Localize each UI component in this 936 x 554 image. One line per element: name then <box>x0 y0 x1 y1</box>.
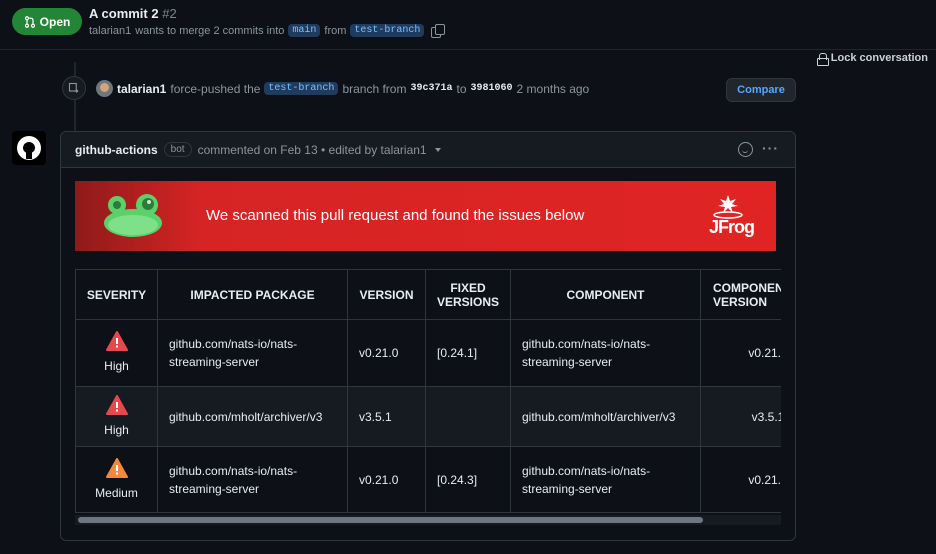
package-cell: github.com/nats-io/nats-streaming-server <box>157 319 348 387</box>
component-version-cell: v0.21.0 <box>700 319 781 387</box>
base-branch[interactable]: main <box>288 24 321 37</box>
issues-table-container[interactable]: SEVERITY IMPACTED PACKAGE VERSION FIXED … <box>75 269 781 525</box>
github-icon <box>17 136 41 160</box>
head-branch[interactable]: test-branch <box>350 24 425 37</box>
lock-conversation-button[interactable]: Lock conversation <box>816 52 928 66</box>
version-cell: v3.5.1 <box>347 386 426 447</box>
from-sha-link[interactable]: 39c371a <box>410 83 452 94</box>
component-cell: github.com/nats-io/nats-streaming-server <box>510 446 701 513</box>
more-options-icon[interactable]: ··· <box>762 141 779 155</box>
severity-cell: High <box>75 386 158 447</box>
from-text: from <box>324 24 347 37</box>
status-label: Open <box>39 14 71 29</box>
compare-button[interactable]: Compare <box>726 78 796 102</box>
force-push-branch[interactable]: test-branch <box>264 82 339 95</box>
scan-banner: We scanned this pull request and found t… <box>75 181 776 251</box>
table-row: High github.com/mholt/archiver/v3 v3.5.1… <box>75 386 781 447</box>
jfrog-logo: JFrog <box>705 193 755 241</box>
force-push-icon <box>62 76 86 100</box>
jfrog-logo-text: JFrog <box>709 217 755 237</box>
issues-table: SEVERITY IMPACTED PACKAGE VERSION FIXED … <box>75 269 781 513</box>
component-cell: github.com/mholt/archiver/v3 <box>510 386 701 447</box>
column-header: SEVERITY <box>75 269 158 320</box>
column-header: FIXED VERSIONS <box>425 269 511 320</box>
comment-author[interactable]: github-actions <box>75 143 158 157</box>
fixed-versions-cell: [0.24.1] <box>425 319 511 387</box>
column-header: COMPONENT VERSION <box>700 269 781 320</box>
frog-icon <box>104 194 162 237</box>
force-push-user[interactable]: talarian1 <box>117 82 166 96</box>
component-cell: github.com/nats-io/nats-streaming-server <box>510 319 701 387</box>
severity-cell: Medium <box>75 446 158 513</box>
lock-icon <box>816 52 829 66</box>
bot-badge: bot <box>163 142 192 157</box>
force-push-branch-from: branch from <box>342 81 407 96</box>
pr-subtitle: talarian1 wants to merge 2 commits into … <box>89 24 446 38</box>
avatar[interactable] <box>96 80 113 97</box>
horizontal-scrollbar[interactable] <box>75 515 781 525</box>
table-row: High github.com/nats-io/nats-streaming-s… <box>75 319 781 387</box>
table-header-row: SEVERITY IMPACTED PACKAGE VERSION FIXED … <box>75 269 781 320</box>
table-row: Medium github.com/nats-io/nats-streaming… <box>75 446 781 513</box>
pr-header: Open A commit 2 #2 talarian1 wants to me… <box>0 0 936 50</box>
pr-title-text: A commit 2 <box>89 6 159 21</box>
package-cell: github.com/nats-io/nats-streaming-server <box>157 446 348 513</box>
column-header: COMPONENT <box>510 269 701 320</box>
banner-text: We scanned this pull request and found t… <box>206 207 585 224</box>
scrollbar-thumb[interactable] <box>78 517 703 523</box>
force-push-time: 2 months ago <box>516 81 590 96</box>
add-reaction-icon[interactable] <box>738 142 753 157</box>
component-version-cell: v0.21.0 <box>700 446 781 513</box>
comment-header: github-actions bot commented on Feb 13 •… <box>61 132 795 168</box>
lock-label: Lock conversation <box>830 52 928 64</box>
high-severity-icon <box>105 394 128 415</box>
comment-meta[interactable]: commented on Feb 13 • edited by talarian… <box>198 143 427 157</box>
column-header: IMPACTED PACKAGE <box>157 269 348 320</box>
fixed-versions-cell <box>425 386 511 447</box>
version-cell: v0.21.0 <box>347 446 426 513</box>
merge-text: wants to merge 2 commits into <box>135 24 285 37</box>
pull-request-icon <box>24 15 35 28</box>
severity-label: Medium <box>95 485 138 500</box>
to-sha-link[interactable]: 3981060 <box>471 83 513 94</box>
component-version-cell: v3.5.1 <box>700 386 781 447</box>
comment-box: github-actions bot commented on Feb 13 •… <box>60 131 796 541</box>
copy-icon[interactable] <box>431 24 446 38</box>
avatar[interactable] <box>12 131 46 165</box>
force-push-action: force-pushed the <box>170 81 261 96</box>
chevron-down-icon[interactable] <box>434 147 441 152</box>
force-push-event: talarian1 force-pushed the test-branch b… <box>96 80 589 97</box>
status-badge: Open <box>12 8 82 35</box>
to-text: to <box>456 81 467 96</box>
severity-label: High <box>104 422 129 437</box>
severity-cell: High <box>75 319 158 387</box>
package-cell: github.com/mholt/archiver/v3 <box>157 386 348 447</box>
high-severity-icon <box>105 331 128 351</box>
fixed-versions-cell: [0.24.3] <box>425 446 511 513</box>
pr-author-link[interactable]: talarian1 <box>89 25 131 37</box>
version-cell: v0.21.0 <box>347 319 426 387</box>
column-header: VERSION <box>347 269 426 320</box>
page-title: A commit 2 #2 <box>89 6 177 21</box>
medium-severity-icon <box>105 457 128 478</box>
pr-number: #2 <box>162 6 177 21</box>
severity-label: High <box>104 359 129 373</box>
